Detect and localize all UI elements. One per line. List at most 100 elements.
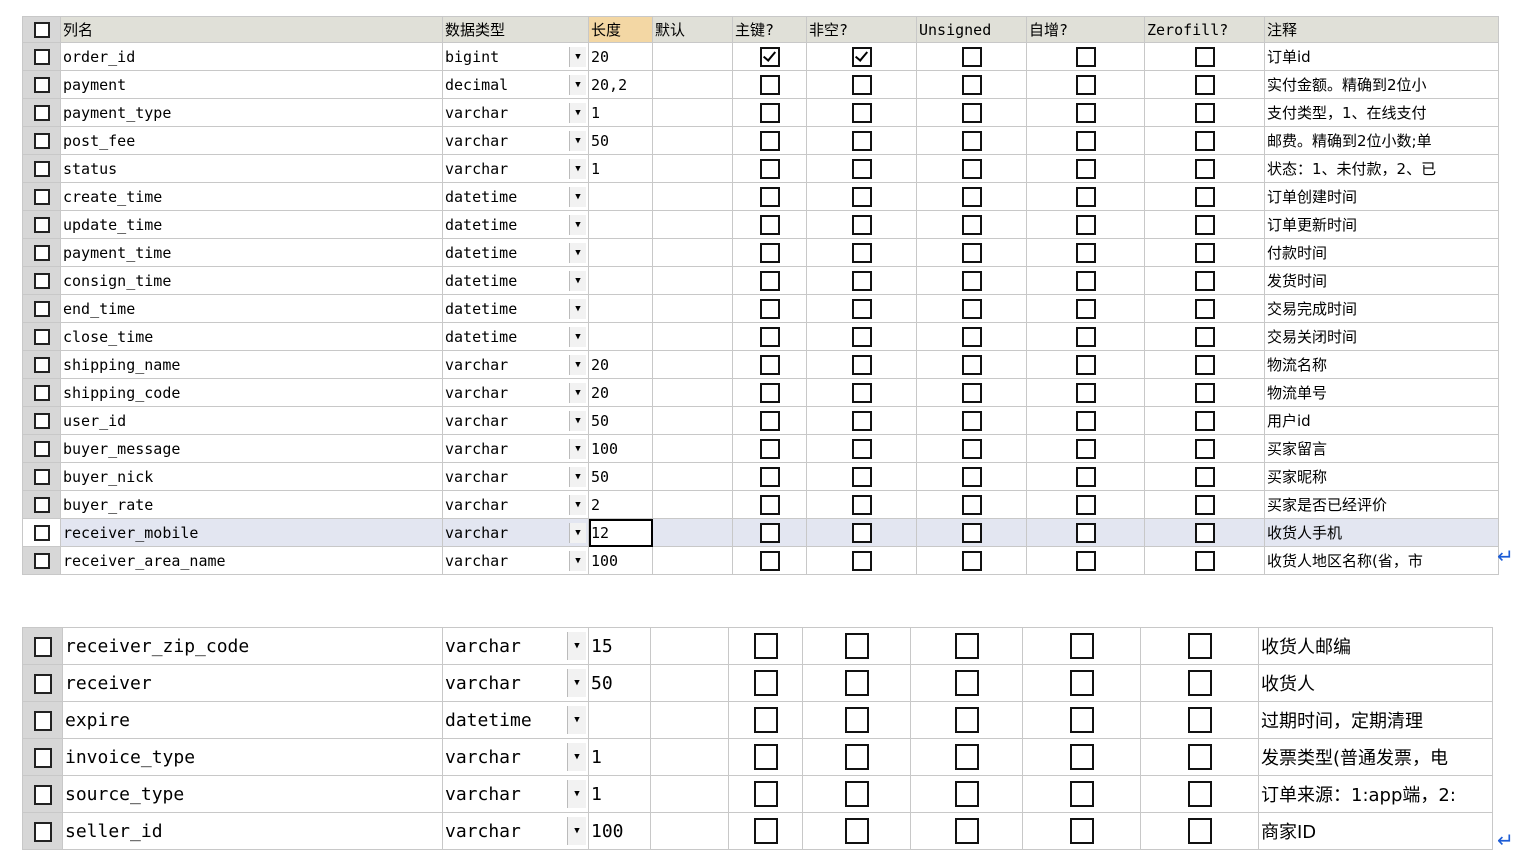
zerofill-cell[interactable] <box>1144 182 1265 211</box>
primary-key-checkbox[interactable] <box>759 158 780 179</box>
table-row[interactable]: buyer_rate varchar ▼ 2 买家是否已经评价 <box>22 490 1499 519</box>
not-null-cell[interactable] <box>806 182 917 211</box>
table-row[interactable]: receiver_area_name varchar ▼ 100 收货人地区名称(省，市 <box>22 546 1499 575</box>
auto-increment-checkbox[interactable] <box>1075 494 1096 515</box>
unsigned-checkbox[interactable] <box>961 550 982 571</box>
primary-key-checkbox[interactable] <box>759 130 780 151</box>
dropdown-arrow-icon[interactable]: ▼ <box>569 326 586 347</box>
primary-key-checkbox[interactable] <box>753 670 778 696</box>
data-type-cell[interactable]: datetime ▼ <box>442 182 589 211</box>
column-name-cell[interactable]: receiver_area_name <box>60 546 443 575</box>
dropdown-arrow-icon[interactable]: ▼ <box>569 270 586 291</box>
data-type-cell[interactable]: varchar ▼ <box>442 98 589 127</box>
comment-cell[interactable]: 买家是否已经评价 <box>1264 490 1499 519</box>
unsigned-checkbox[interactable] <box>961 130 982 151</box>
unsigned-cell[interactable] <box>916 490 1027 519</box>
zerofill-cell[interactable] <box>1140 775 1259 813</box>
header-default[interactable]: 默认 <box>652 16 733 43</box>
primary-key-cell[interactable] <box>732 434 807 463</box>
auto-increment-cell[interactable] <box>1026 490 1145 519</box>
auto-increment-checkbox[interactable] <box>1075 298 1096 319</box>
zerofill-cell[interactable] <box>1144 294 1265 323</box>
data-type-cell[interactable]: varchar ▼ <box>442 462 589 491</box>
default-cell[interactable] <box>652 378 733 407</box>
row-selector[interactable] <box>22 775 63 813</box>
auto-increment-checkbox[interactable] <box>1075 466 1096 487</box>
auto-increment-cell[interactable] <box>1026 350 1145 379</box>
primary-key-checkbox[interactable] <box>759 522 780 543</box>
default-cell[interactable] <box>650 627 729 665</box>
default-cell[interactable] <box>650 812 729 850</box>
not-null-checkbox[interactable] <box>844 707 869 733</box>
primary-key-cell[interactable] <box>732 350 807 379</box>
row-selector-icon[interactable] <box>33 329 50 345</box>
unsigned-cell[interactable] <box>916 378 1027 407</box>
unsigned-cell[interactable] <box>916 294 1027 323</box>
not-null-checkbox[interactable] <box>851 494 872 515</box>
column-name-cell[interactable]: receiver_mobile <box>60 518 443 547</box>
auto-increment-checkbox[interactable] <box>1069 707 1094 733</box>
dropdown-arrow-icon[interactable]: ▼ <box>567 780 586 808</box>
zerofill-cell[interactable] <box>1140 664 1259 702</box>
unsigned-cell[interactable] <box>916 182 1027 211</box>
table-row[interactable]: source_type varchar ▼ 1 订单来源：1:app端，2: <box>22 775 1493 813</box>
row-selector-icon[interactable] <box>33 747 52 768</box>
row-selector-icon[interactable] <box>33 821 52 842</box>
not-null-checkbox[interactable] <box>851 438 872 459</box>
data-type-cell[interactable]: varchar ▼ <box>442 627 589 665</box>
row-selector-icon[interactable] <box>33 217 50 233</box>
not-null-checkbox[interactable] <box>851 130 872 151</box>
not-null-checkbox[interactable] <box>851 270 872 291</box>
data-type-cell[interactable]: varchar ▼ <box>442 490 589 519</box>
not-null-checkbox[interactable] <box>851 382 872 403</box>
row-selector-icon[interactable] <box>33 525 50 541</box>
unsigned-checkbox[interactable] <box>961 466 982 487</box>
zerofill-checkbox[interactable] <box>1194 102 1215 123</box>
unsigned-checkbox[interactable] <box>961 438 982 459</box>
row-selector-icon[interactable] <box>33 49 50 65</box>
zerofill-checkbox[interactable] <box>1194 270 1215 291</box>
not-null-cell[interactable] <box>806 210 917 239</box>
length-cell[interactable] <box>588 701 651 739</box>
length-cell[interactable]: 50 <box>588 406 653 435</box>
column-name-cell[interactable]: consign_time <box>60 266 443 295</box>
not-null-checkbox[interactable] <box>851 326 872 347</box>
data-type-cell[interactable]: varchar ▼ <box>442 350 589 379</box>
not-null-checkbox[interactable] <box>851 214 872 235</box>
zerofill-checkbox[interactable] <box>1194 130 1215 151</box>
auto-increment-checkbox[interactable] <box>1075 438 1096 459</box>
primary-key-cell[interactable] <box>732 294 807 323</box>
row-selector[interactable] <box>22 378 61 407</box>
column-name-cell[interactable]: shipping_name <box>60 350 443 379</box>
auto-increment-cell[interactable] <box>1022 664 1141 702</box>
comment-cell[interactable]: 订单来源：1:app端，2: <box>1258 775 1493 813</box>
unsigned-checkbox[interactable] <box>954 781 979 807</box>
not-null-cell[interactable] <box>806 490 917 519</box>
zerofill-checkbox[interactable] <box>1194 494 1215 515</box>
not-null-cell[interactable] <box>806 350 917 379</box>
row-selector-icon[interactable] <box>33 189 50 205</box>
dropdown-arrow-icon[interactable]: ▼ <box>569 410 586 431</box>
primary-key-checkbox[interactable] <box>759 494 780 515</box>
table-row[interactable]: seller_id varchar ▼ 100 商家ID <box>22 812 1493 850</box>
data-type-cell[interactable]: varchar ▼ <box>442 738 589 776</box>
column-name-cell[interactable]: close_time <box>60 322 443 351</box>
unsigned-checkbox[interactable] <box>961 298 982 319</box>
table-row[interactable]: buyer_message varchar ▼ 100 买家留言 <box>22 434 1499 463</box>
zerofill-cell[interactable] <box>1140 627 1259 665</box>
table-row[interactable]: user_id varchar ▼ 50 用户id <box>22 406 1499 435</box>
not-null-cell[interactable] <box>806 98 917 127</box>
column-name-cell[interactable]: create_time <box>60 182 443 211</box>
dropdown-arrow-icon[interactable]: ▼ <box>569 466 586 487</box>
row-selector[interactable] <box>22 294 61 323</box>
zerofill-cell[interactable] <box>1144 70 1265 99</box>
unsigned-cell[interactable] <box>910 627 1023 665</box>
auto-increment-checkbox[interactable] <box>1069 633 1094 659</box>
table-row[interactable]: invoice_type varchar ▼ 1 发票类型(普通发票，电 <box>22 738 1493 776</box>
row-selector[interactable] <box>22 322 61 351</box>
unsigned-cell[interactable] <box>916 238 1027 267</box>
auto-increment-checkbox[interactable] <box>1075 326 1096 347</box>
header-comment[interactable]: 注释 <box>1264 16 1499 43</box>
dropdown-arrow-icon[interactable]: ▼ <box>569 46 586 67</box>
length-cell[interactable] <box>588 182 653 211</box>
